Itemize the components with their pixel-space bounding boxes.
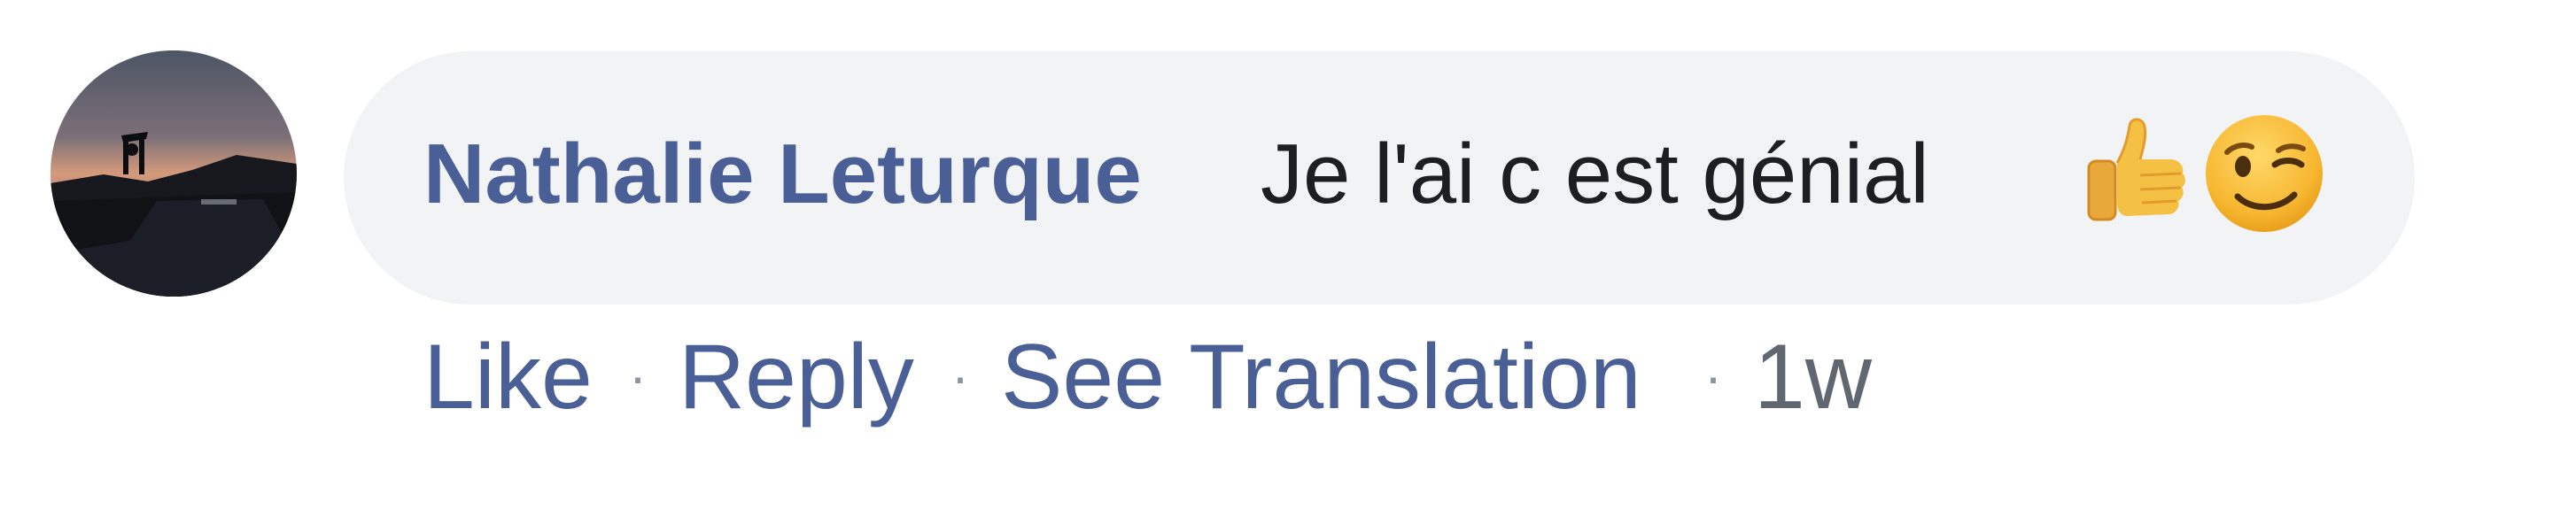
- comment: Nathalie Leturque Je l'ai c est génial L…: [0, 0, 2576, 517]
- reply-link[interactable]: Reply: [679, 324, 914, 430]
- winking-face-icon: [2202, 112, 2326, 235]
- see-translation-link[interactable]: See Translation: [1001, 324, 1641, 430]
- avatar[interactable]: [50, 50, 297, 297]
- comment-timestamp[interactable]: 1w: [1754, 324, 1872, 430]
- avatar-image: [50, 50, 297, 297]
- comment-bubble: Nathalie Leturque Je l'ai c est génial: [344, 51, 2415, 305]
- comment-text: Je l'ai c est génial: [1261, 127, 1929, 221]
- like-link[interactable]: Like: [423, 324, 593, 430]
- separator-dot: ·: [629, 347, 647, 406]
- separator-dot: ·: [1704, 347, 1722, 406]
- thumbs-up-icon: [2071, 112, 2195, 235]
- separator-dot: ·: [951, 347, 969, 406]
- comment-author-name[interactable]: Nathalie Leturque: [423, 126, 1142, 223]
